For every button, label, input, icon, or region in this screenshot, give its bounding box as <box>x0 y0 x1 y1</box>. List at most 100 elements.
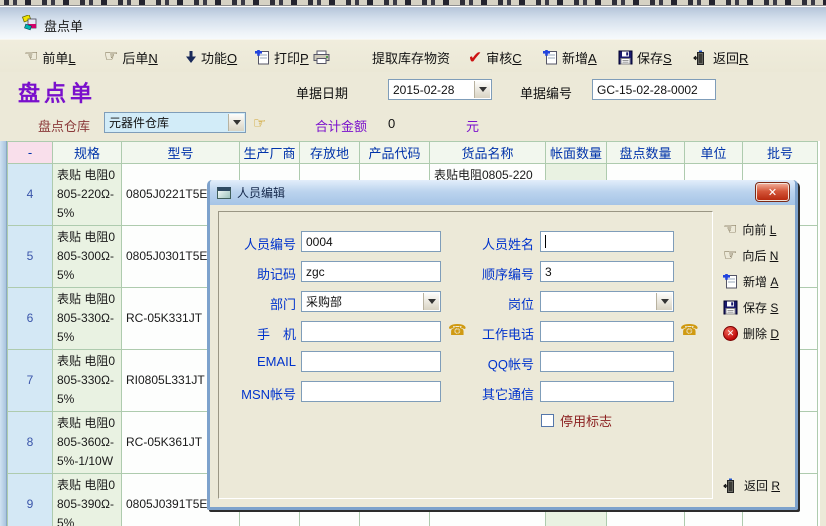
disable-flag-label: 停用标志 <box>560 411 612 430</box>
col-header-loc: 存放地 <box>300 142 360 164</box>
field-label-EMAIL: EMAIL <box>219 354 296 369</box>
check-icon: ✔ <box>468 49 482 66</box>
personnel-edit-dialog: 人员编辑 ✕ 停用标志 人员编号0004助记码zgc部门采购部手 机☎EMAIL… <box>207 180 798 510</box>
page-title: 盘点单 <box>18 76 96 108</box>
input-助记码[interactable]: zgc <box>301 261 441 282</box>
input-顺序编号[interactable]: 3 <box>540 261 674 282</box>
field-label-MSN帐号: MSN帐号 <box>219 384 296 403</box>
dialog-button-S[interactable]: 保存 S <box>723 299 778 316</box>
toolbar: ☜前单L ☞后单N 功能O 打印P 提取库存物资 ✔审核C 新增A 保存S 返回R <box>0 39 826 72</box>
button-label: 新增A <box>562 48 597 67</box>
cell-num: 7 <box>8 350 53 412</box>
input-MSN帐号[interactable] <box>301 381 441 402</box>
cell-num: 5 <box>8 226 53 288</box>
cell-spec[interactable]: 表贴 电阻0805-330Ω-5% <box>53 350 122 412</box>
date-dropdown-button[interactable] <box>474 81 490 98</box>
dialog-button-A[interactable]: 新增 A <box>723 273 778 290</box>
tab-title[interactable]: 盘点单 <box>44 16 83 35</box>
input-EMAIL[interactable] <box>301 351 441 372</box>
combo-岗位[interactable] <box>540 291 674 312</box>
button-label: 保存S <box>637 48 672 67</box>
col-header-code: 产品代码 <box>360 142 430 164</box>
dialog-body: 停用标志 人员编号0004助记码zgc部门采购部手 机☎EMAILMSN帐号人员… <box>210 205 795 507</box>
date-value: 2015-02-28 <box>393 83 454 97</box>
dialog-button-L[interactable]: ☜向前 L <box>723 221 776 238</box>
button-label: 保存 S <box>743 299 778 316</box>
col-header-num: - <box>8 142 53 164</box>
warehouse-value: 元器件仓库 <box>109 114 169 131</box>
cell-spec[interactable]: 表贴 电阻0805-220Ω-5% <box>53 164 122 226</box>
cell-spec[interactable]: 表贴 电阻0805-330Ω-5% <box>53 288 122 350</box>
field-label-人员姓名: 人员姓名 <box>429 234 534 253</box>
cell-spec[interactable]: 表贴 电阻0805-390Ω-5% <box>53 474 122 526</box>
field-value: 采购部 <box>306 293 342 310</box>
phone-dial-button[interactable]: ☎ <box>680 322 698 340</box>
button-label: 审核C <box>486 48 521 67</box>
dialog-button-R[interactable]: 返回 R <box>723 477 780 494</box>
button-label: 向前 L <box>742 221 776 238</box>
button-label: 删除 D <box>743 325 779 342</box>
button-label: 提取库存物资 <box>372 48 450 67</box>
dialog-button-N[interactable]: ☞向后 N <box>723 247 778 264</box>
col-header-qty_book: 帐面数量 <box>546 142 607 164</box>
input-人员编号[interactable]: 0004 <box>301 231 441 252</box>
field-label-QQ帐号: QQ帐号 <box>429 354 534 373</box>
toolbar-button-L[interactable]: ☜前单L <box>24 46 76 68</box>
dialog-button-D[interactable]: ✕删除 D <box>723 325 779 342</box>
combo-部门[interactable]: 采购部 <box>301 291 441 312</box>
input-工作电话[interactable] <box>540 321 674 342</box>
field-label-助记码: 助记码 <box>219 264 296 283</box>
field-label-手 机: 手 机 <box>219 324 296 343</box>
toolbar-button-C[interactable]: ✔审核C <box>468 46 522 68</box>
cell-spec[interactable]: 表贴 电阻0805-360Ω-5%-1/10W <box>53 412 122 474</box>
toolbar-button-R[interactable]: 返回R <box>693 46 748 68</box>
input-人员姓名[interactable] <box>540 231 674 252</box>
toolbar-button-A[interactable]: 新增A <box>543 46 597 68</box>
col-header-qty_count: 盘点数量 <box>607 142 685 164</box>
left-panel-edge <box>0 141 7 526</box>
cell-num: 6 <box>8 288 53 350</box>
cell-num: 8 <box>8 412 53 474</box>
col-header-spec: 规格 <box>53 142 122 164</box>
dialog-titlebar[interactable]: 人员编辑 ✕ <box>210 180 795 205</box>
chevron-down-icon <box>233 120 241 125</box>
page-plus-icon <box>255 50 270 65</box>
field-value: 3 <box>545 265 552 279</box>
col-header-batch: 批号 <box>743 142 818 164</box>
save-icon <box>723 300 738 315</box>
toolbar-button-S[interactable]: 保存S <box>618 46 672 68</box>
dialog-title: 人员编辑 <box>237 184 285 201</box>
disable-flag-checkbox[interactable] <box>541 414 554 427</box>
inventory-sheet-icon <box>22 15 39 31</box>
date-combobox[interactable]: 2015-02-28 <box>388 79 492 100</box>
phone-icon: ☎ <box>680 323 699 338</box>
cell-num: 4 <box>8 164 53 226</box>
button-label: 新增 A <box>743 273 778 290</box>
close-icon[interactable]: ✕ <box>756 183 789 201</box>
toolbar-button-pick-stock[interactable]: 提取库存物资 <box>372 46 450 68</box>
warehouse-picker-hand-icon[interactable]: ☞ <box>253 114 266 132</box>
arrow-down-icon <box>185 50 197 64</box>
dialog-fields-panel: 停用标志 人员编号0004助记码zgc部门采购部手 机☎EMAILMSN帐号人员… <box>218 211 713 499</box>
toolbar-button-P[interactable]: 打印P <box>255 46 330 68</box>
input-QQ帐号[interactable] <box>540 351 674 372</box>
warehouse-label: 盘点仓库 <box>38 116 90 135</box>
page-plus-icon <box>723 274 738 289</box>
field-label-岗位: 岗位 <box>429 294 534 313</box>
cell-spec[interactable]: 表贴 电阻0805-300Ω-5% <box>53 226 122 288</box>
toolbar-button-N[interactable]: ☞后单N <box>104 46 158 68</box>
page-plus-icon <box>543 50 558 65</box>
field-label-工作电话: 工作电话 <box>429 324 534 343</box>
button-label: 后单N <box>122 48 157 67</box>
col-header-name: 货品名称 <box>430 142 546 164</box>
input-手 机[interactable] <box>301 321 441 342</box>
warehouse-combobox[interactable]: 元器件仓库 <box>104 112 246 133</box>
input-其它通信[interactable] <box>540 381 674 402</box>
hand-left-icon: ☜ <box>24 49 38 65</box>
doc-number-input[interactable]: GC-15-02-28-0002 <box>592 79 716 100</box>
warehouse-dropdown-button[interactable] <box>228 114 244 131</box>
dropdown-button[interactable] <box>656 293 672 310</box>
tab-row: 盘点单 <box>0 8 826 39</box>
save-icon <box>618 50 633 65</box>
toolbar-button-O[interactable]: 功能O <box>185 46 237 68</box>
